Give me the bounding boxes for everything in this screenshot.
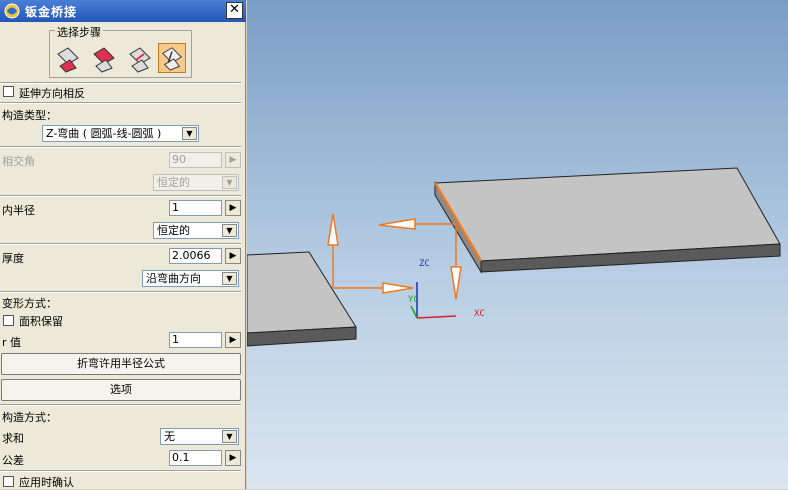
selection-steps-label: 选择步骤	[55, 24, 103, 40]
construction-type-select[interactable]: Z-弯曲 ( 圆弧-线-圆弧 ) ▼	[42, 125, 199, 142]
inner-radius-mode-select[interactable]: 恒定的 ▼	[153, 222, 239, 239]
yc-axis-label: YC	[408, 295, 419, 305]
tolerance-label: 公差	[2, 454, 24, 467]
inner-radius-label: 内半径	[2, 204, 35, 217]
play-arrow-icon: ▶	[229, 251, 237, 261]
intersection-angle-mode-value: 恒定的	[157, 176, 190, 189]
step-2-icon	[93, 47, 115, 73]
construction-method-label: 构造方式：	[2, 411, 57, 424]
step-4-icon	[161, 47, 183, 71]
intersection-angle-mode-select[interactable]: 恒定的 ▼	[153, 174, 239, 191]
thickness-input[interactable]: 2.0066	[169, 248, 222, 264]
tolerance-input[interactable]: 0.1	[169, 450, 222, 466]
thickness-mode-select[interactable]: 沿弯曲方向 ▼	[142, 270, 239, 287]
sum-label: 求和	[2, 432, 24, 445]
reverse-extension-label: 延伸方向相反	[19, 87, 85, 100]
inner-radius-spin-button[interactable]: ▶	[225, 200, 241, 216]
selection-steps-group: 选择步骤	[49, 24, 192, 78]
separator	[0, 102, 241, 104]
chevron-down-icon: ▼	[222, 224, 237, 237]
chevron-down-icon: ▼	[222, 430, 237, 443]
separator	[0, 82, 241, 84]
play-arrow-icon: ▶	[229, 453, 237, 463]
separator	[0, 404, 241, 406]
area-preserve-label: 面积保留	[19, 315, 63, 328]
construction-type-value: Z-弯曲 ( 圆弧-线-圆弧 )	[46, 127, 162, 140]
r-value-input[interactable]: 1	[169, 332, 222, 348]
step-2-button[interactable]	[90, 44, 118, 74]
zc-axis-label: ZC	[419, 259, 430, 269]
r-value-spin-button[interactable]: ▶	[225, 332, 241, 348]
dialog-titlebar: 钣金桥接 ✕	[0, 0, 246, 22]
intersection-angle-spin-button[interactable]: ▶	[225, 152, 241, 168]
separator	[0, 291, 241, 293]
step-4-button[interactable]	[158, 43, 186, 73]
separator	[0, 470, 241, 472]
separator	[0, 195, 241, 197]
intersection-angle-label: 相交角	[2, 155, 35, 168]
inner-radius-mode-value: 恒定的	[157, 224, 190, 237]
right-plate[interactable]	[433, 167, 781, 274]
play-arrow-icon: ▶	[229, 155, 237, 165]
left-plate[interactable]	[247, 251, 357, 347]
dialog-title: 钣金桥接	[25, 5, 78, 19]
step-3-button[interactable]	[126, 44, 154, 74]
model-scene: ZC YC XC	[247, 167, 781, 347]
close-icon: ✕	[229, 2, 240, 17]
sum-select[interactable]: 无 ▼	[160, 428, 239, 445]
separator	[0, 146, 241, 148]
step-1-button[interactable]	[54, 44, 82, 74]
thickness-spin-button[interactable]: ▶	[225, 248, 241, 264]
graphics-viewport[interactable]: ZC YC XC	[247, 0, 788, 489]
sheet-metal-bridge-dialog: 钣金桥接 ✕ 选择步骤 延伸方向相反 构造类型： Z-弯曲 (圆弧-线-圆弧 …	[0, 0, 246, 489]
direction-handles[interactable]	[327, 213, 462, 300]
chevron-down-icon: ▼	[222, 272, 237, 285]
app-logo-icon	[4, 3, 20, 19]
step-1-icon	[57, 47, 79, 73]
confirm-on-apply-label: 应用时确认	[19, 476, 74, 489]
r-value-label: r 值	[2, 336, 22, 349]
options-button[interactable]: 选项	[1, 379, 241, 401]
play-arrow-icon: ▶	[229, 335, 237, 345]
bend-radius-formula-button[interactable]: 折弯许用半径公式	[1, 353, 241, 375]
step-3-icon	[129, 47, 151, 73]
confirm-on-apply-checkbox[interactable]	[3, 476, 14, 487]
intersection-angle-input[interactable]: 90	[169, 152, 222, 168]
separator	[0, 243, 241, 245]
chevron-down-icon: ▼	[222, 176, 237, 189]
thickness-label: 厚度	[2, 252, 24, 265]
close-button[interactable]: ✕	[226, 2, 243, 19]
play-arrow-icon: ▶	[229, 203, 237, 213]
reverse-extension-checkbox[interactable]	[3, 86, 14, 97]
construction-type-label: 构造类型：	[2, 109, 57, 122]
area-preserve-checkbox[interactable]	[3, 315, 14, 326]
xc-axis-label: XC	[474, 309, 485, 319]
inner-radius-input[interactable]: 1	[169, 200, 222, 216]
deformation-label: 变形方式：	[2, 297, 57, 310]
thickness-mode-value: 沿弯曲方向	[146, 272, 201, 285]
sum-value: 无	[164, 430, 175, 443]
chevron-down-icon: ▼	[182, 127, 197, 140]
tolerance-spin-button[interactable]: ▶	[225, 450, 241, 466]
